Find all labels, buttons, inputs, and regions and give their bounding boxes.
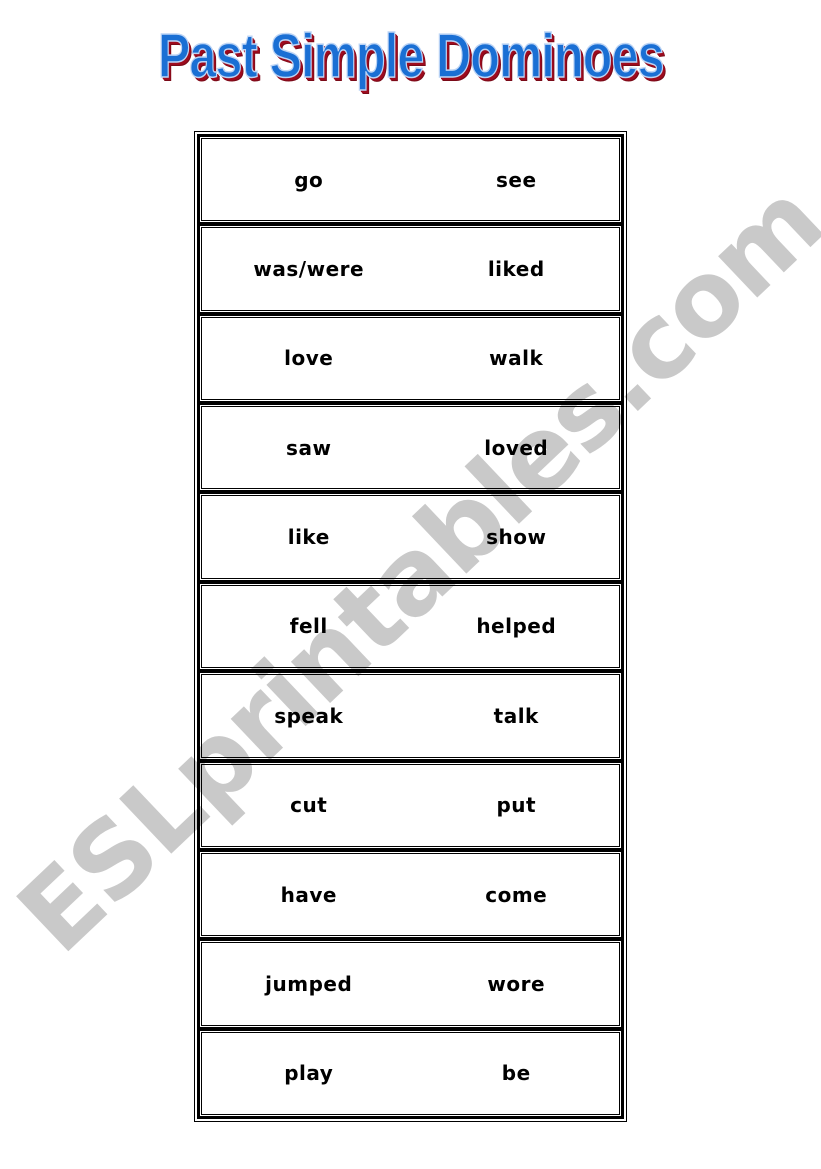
page-title: Past Simple Dominoes (157, 21, 665, 92)
domino-left-word: go (294, 167, 324, 192)
domino-right-word: talk (493, 703, 539, 728)
domino-left-word: like (287, 525, 330, 550)
domino-left-word: was/were (253, 257, 365, 282)
domino-card: saw loved (200, 405, 621, 491)
domino-left-word: fell (289, 614, 328, 639)
domino-left-word: cut (290, 793, 328, 818)
domino-right-word: wore (487, 971, 546, 996)
domino-right-word: come (485, 882, 548, 907)
domino-card: play be (200, 1030, 621, 1116)
domino-right-word: walk (489, 346, 544, 371)
domino-card: was/were liked (200, 226, 621, 312)
domino-right-word: liked (487, 257, 545, 282)
domino-card: fell helped (200, 583, 621, 670)
domino-left-word: have (280, 882, 337, 907)
domino-right-word: loved (484, 435, 549, 460)
domino-right-word: see (495, 167, 537, 192)
domino-table-body: go see was/were liked love walk saw love… (197, 134, 624, 1119)
domino-left-word: speak (274, 703, 344, 728)
domino-card: love walk (200, 315, 621, 402)
domino-left-word: jumped (265, 971, 353, 996)
domino-card: like show (200, 494, 621, 580)
domino-left-word: saw (286, 435, 332, 460)
domino-card: cut put (200, 762, 621, 848)
domino-right-word: be (501, 1061, 531, 1086)
domino-card: go see (200, 137, 621, 223)
domino-card: have come (200, 851, 621, 938)
domino-right-word: put (496, 793, 537, 818)
domino-card: jumped wore (200, 941, 621, 1027)
domino-card: speak talk (200, 673, 621, 759)
domino-left-word: play (284, 1061, 334, 1086)
domino-table: go see was/were liked love walk saw love… (194, 131, 627, 1122)
domino-right-word: show (486, 525, 547, 550)
domino-right-word: helped (476, 614, 557, 639)
domino-left-word: love (284, 346, 334, 371)
